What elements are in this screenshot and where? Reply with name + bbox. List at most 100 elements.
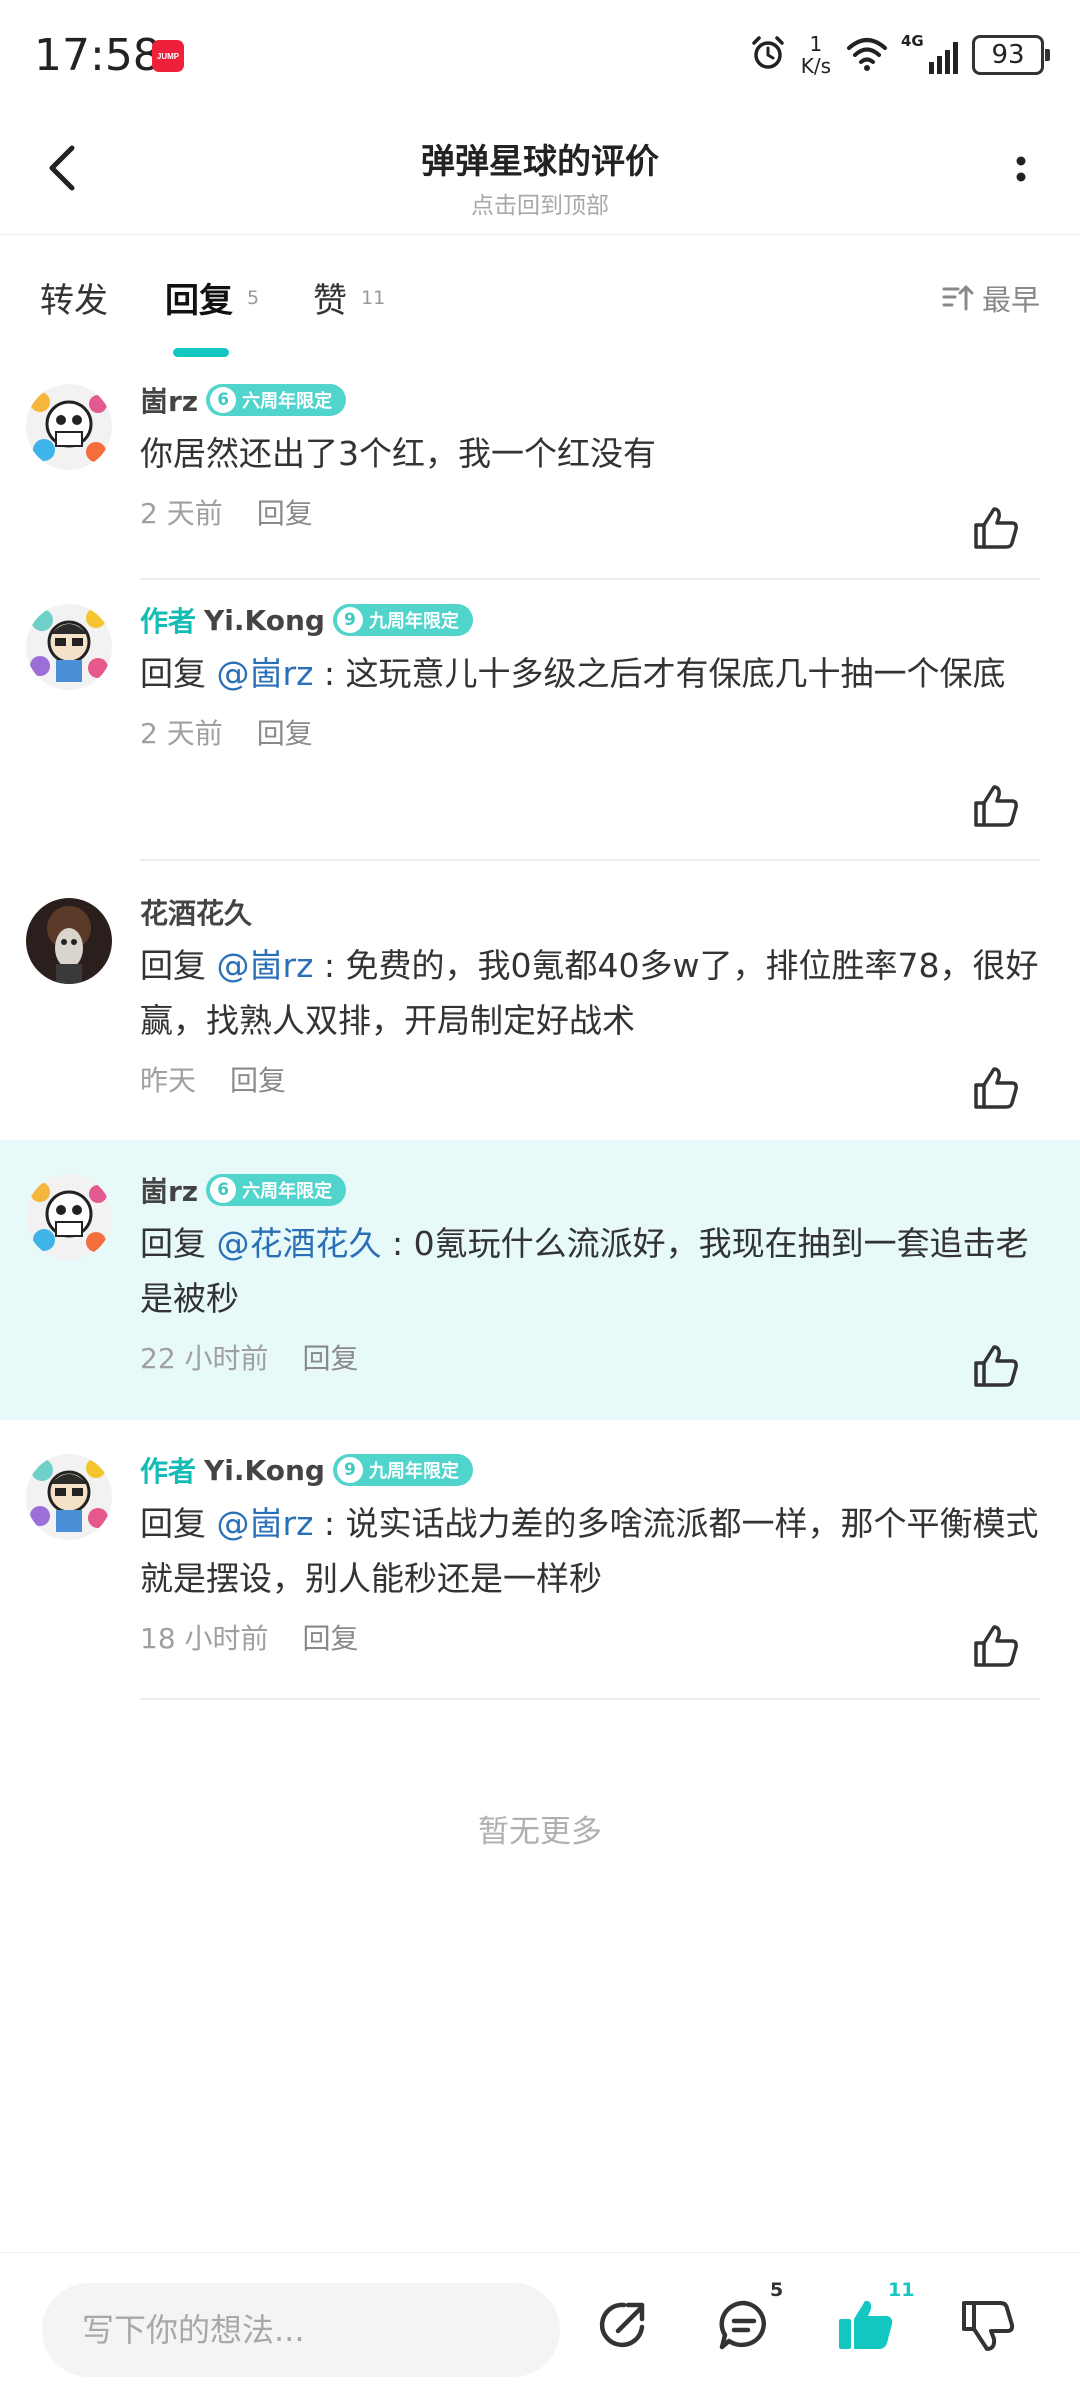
thumbs-up-icon xyxy=(974,1345,1018,1387)
reply-button[interactable]: 回复 xyxy=(303,1617,359,1657)
comment-item: 崮rz 6 六周年限定 你居然还出了3个红，我一个红没有 2 天前 回复 xyxy=(0,360,1080,580)
comment-header: 作者 Yi.Kong 9 九周年限定 xyxy=(140,600,1040,640)
app-notification-icon: JUMP xyxy=(152,40,184,72)
comment-text[interactable]: 回复 @花酒花久 : 0氪玩什么流派好，我现在抽到一套追击老是被秒 xyxy=(140,1216,1040,1326)
avatar[interactable] xyxy=(26,384,112,470)
alarm-icon xyxy=(749,34,787,76)
comment-meta: 18 小时前 回复 xyxy=(140,1612,1040,1662)
status-icons: 1 K/s 4G 93 xyxy=(749,30,1050,80)
like-button[interactable] xyxy=(970,780,1022,832)
comment-bubble-icon xyxy=(719,2300,766,2350)
comment-time: 2 天前 xyxy=(140,497,223,530)
comment-header: 作者 Yi.Kong 9 九周年限定 xyxy=(140,1450,1040,1490)
mention-link[interactable]: @花酒花久 xyxy=(217,1224,382,1263)
comment-meta: 2 天前 回复 xyxy=(140,707,1040,757)
avatar[interactable] xyxy=(26,1174,112,1260)
comment-header: 崮rz 6 六周年限定 xyxy=(140,1170,1040,1210)
reply-prefix: 回复 xyxy=(140,1504,217,1543)
username[interactable]: Yi.Kong xyxy=(204,1454,325,1487)
comment-body: 崮rz 6 六周年限定 回复 @花酒花久 : 0氪玩什么流派好，我现在抽到一套追击… xyxy=(140,1170,1040,1382)
like-button[interactable] xyxy=(970,1620,1022,1672)
reply-button[interactable]: 回复 xyxy=(257,712,313,752)
reply-prefix: 回复 xyxy=(140,1224,217,1263)
mention-link[interactable]: @崮rz xyxy=(217,1504,314,1543)
avatar[interactable] xyxy=(26,898,112,984)
username[interactable]: 花酒花久 xyxy=(140,892,252,932)
cell-signal-icon: 4G xyxy=(901,32,958,74)
comment-meta: 昨天 回复 xyxy=(140,1054,1040,1104)
comment-text[interactable]: 回复 @崮rz : 这玩意儿十多级之后才有保底几十抽一个保底 xyxy=(140,646,1040,701)
tab-replies[interactable]: 回复 5 xyxy=(165,273,259,357)
comment-item: 作者 Yi.Kong 9 九周年限定 回复 @崮rz : 说实话战力差的多啥流派都… xyxy=(0,1420,1080,1700)
badge-label: 九周年限定 xyxy=(368,1461,459,1482)
anniversary-badge[interactable]: 6 六周年限定 xyxy=(206,384,347,416)
thumbs-down-icon xyxy=(962,2301,1015,2351)
comment-text[interactable]: 你居然还出了3个红，我一个红没有 xyxy=(140,426,1040,481)
username[interactable]: 崮rz xyxy=(140,1170,198,1210)
share-button[interactable] xyxy=(592,2293,656,2357)
reply-button[interactable]: 回复 xyxy=(230,1059,286,1099)
tab-label: 转发 xyxy=(40,281,108,321)
mention-link[interactable]: @崮rz xyxy=(217,654,314,693)
more-vertical-icon xyxy=(1016,156,1026,182)
like-button[interactable] xyxy=(970,1062,1022,1114)
reply-button[interactable]: 回复 xyxy=(303,1337,359,1377)
tab-label: 赞 xyxy=(313,281,347,321)
thumbs-up-icon xyxy=(974,507,1018,549)
author-tag: 作者 xyxy=(140,605,197,638)
scroll-to-top-hint[interactable]: 点击回到顶部 xyxy=(0,186,1080,220)
network-speed: 1 K/s xyxy=(801,33,831,77)
wifi-icon xyxy=(845,34,889,76)
like-button[interactable] xyxy=(970,502,1022,554)
like-count: 11 xyxy=(888,2279,915,2301)
anniversary-badge[interactable]: 9 九周年限定 xyxy=(332,604,473,636)
comment-body: 作者 Yi.Kong 9 九周年限定 回复 @崮rz : 说实话战力差的多啥流派都… xyxy=(140,1450,1040,1662)
username[interactable]: Yi.Kong xyxy=(204,604,325,637)
speed-value: 1 xyxy=(809,32,823,56)
username[interactable]: 崮rz xyxy=(140,380,198,420)
tab-label: 回复 xyxy=(165,281,233,321)
anniversary-badge[interactable]: 6 六周年限定 xyxy=(206,1174,347,1206)
reply-prefix: 回复 xyxy=(140,946,217,985)
status-time: 17:58 xyxy=(34,30,161,81)
like-post-button[interactable]: 11 xyxy=(834,2279,914,2357)
comment-item: 花酒花久 回复 @崮rz : 免费的，我0氪都40多w了，排位胜率78，很好赢，… xyxy=(0,860,1080,1140)
status-bar: 17:58 JUMP 1 K/s 4G 93 xyxy=(0,0,1080,110)
dislike-button[interactable] xyxy=(956,2293,1020,2357)
comment-text[interactable]: 回复 @崮rz : 免费的，我0氪都40多w了，排位胜率78，很好赢，找熟人双排… xyxy=(140,938,1040,1048)
tab-likes[interactable]: 赞 11 xyxy=(313,273,385,322)
reply-prefix: 回复 xyxy=(140,654,217,693)
avatar[interactable] xyxy=(26,604,112,690)
like-button[interactable] xyxy=(970,1340,1022,1392)
anniversary-badge[interactable]: 9 九周年限定 xyxy=(332,1454,473,1486)
tab-count: 11 xyxy=(361,287,386,309)
comments-button[interactable]: 5 xyxy=(712,2279,783,2357)
comment-header: 崮rz 6 六周年限定 xyxy=(140,380,1040,420)
comment-body: 作者 Yi.Kong 9 九周年限定 回复 @崮rz : 这玩意儿十多级之后才有保… xyxy=(140,600,1040,757)
badge-icon: 9 xyxy=(336,607,363,633)
share-icon xyxy=(599,2302,645,2348)
network-type: 4G xyxy=(901,32,924,50)
badge-icon: 6 xyxy=(210,1177,237,1203)
mention-link[interactable]: @崮rz xyxy=(217,946,314,985)
bottom-action-bar: 写下你的想法... 5 11 xyxy=(0,2252,1080,2400)
reply-button[interactable]: 回复 xyxy=(257,492,313,532)
badge-label: 六周年限定 xyxy=(242,391,333,412)
divider xyxy=(140,1698,1040,1700)
comment-item-highlighted: 崮rz 6 六周年限定 回复 @花酒花久 : 0氪玩什么流派好，我现在抽到一套追击… xyxy=(0,1140,1080,1420)
end-of-list-text: 暂无更多 xyxy=(478,1814,602,1850)
sort-button[interactable]: 最早 xyxy=(942,277,1040,319)
comment-meta: 2 天前 回复 xyxy=(140,487,1040,537)
comment-input[interactable]: 写下你的想法... xyxy=(42,2283,560,2377)
tab-forward[interactable]: 转发 xyxy=(40,273,108,322)
thumbs-up-icon xyxy=(974,1625,1018,1667)
more-options-button[interactable] xyxy=(996,144,1046,194)
avatar[interactable] xyxy=(26,1454,112,1540)
active-tab-indicator xyxy=(173,348,229,357)
comment-text[interactable]: 回复 @崮rz : 说实话战力差的多啥流派都一样，那个平衡模式就是摆设，别人能秒… xyxy=(140,1496,1040,1606)
comment-body: 崮rz 6 六周年限定 你居然还出了3个红，我一个红没有 2 天前 回复 xyxy=(140,380,1040,537)
comment-item: 作者 Yi.Kong 9 九周年限定 回复 @崮rz : 这玩意儿十多级之后才有保… xyxy=(0,580,1080,861)
thumbs-up-filled-icon xyxy=(839,2300,893,2349)
page-title[interactable]: 弹弹星球的评价 xyxy=(0,134,1080,183)
battery-indicator: 93 xyxy=(972,35,1050,75)
